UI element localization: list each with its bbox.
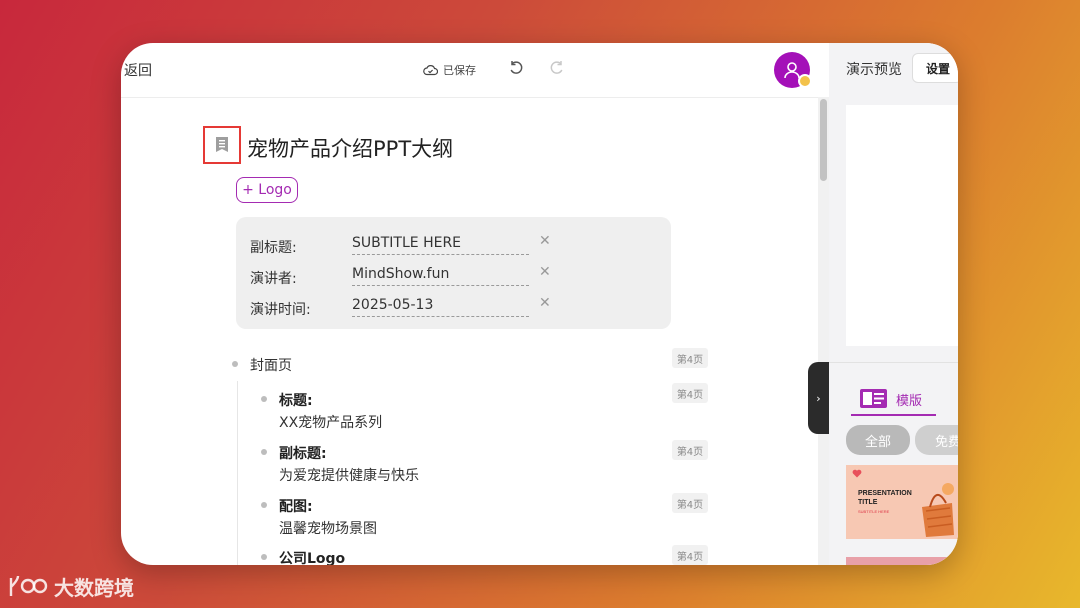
outline-item-heading[interactable]: 标题:	[279, 390, 313, 410]
page-badge[interactable]: 第4页	[672, 440, 708, 460]
slide-preview[interactable]	[846, 105, 958, 346]
document-title[interactable]: 宠物产品介绍PPT大纲	[247, 133, 453, 163]
watermark: 大数跨境	[8, 572, 134, 601]
outline-item-heading[interactable]: 配图:	[279, 496, 313, 516]
filter-all-button[interactable]: 全部	[846, 425, 910, 455]
document-icon-button[interactable]	[203, 126, 241, 164]
outline-item-heading[interactable]: 公司Logo	[279, 548, 345, 565]
outline-item-text[interactable]: 为爱宠提供健康与快乐	[279, 465, 419, 485]
date-row: 演讲时间: ✕	[236, 294, 671, 320]
outline-item-text[interactable]: 温馨宠物场景图	[279, 518, 377, 538]
document-icon	[216, 137, 228, 152]
basket-illustration	[922, 483, 954, 537]
template-subtitle: SUBTITLE HERE	[858, 509, 890, 514]
presenter-field[interactable]	[352, 263, 529, 286]
vip-badge	[798, 74, 812, 88]
outline-item-text[interactable]: XX宠物产品系列	[279, 412, 382, 432]
page-badge[interactable]: 第4页	[672, 383, 708, 403]
add-logo-button[interactable]: + Logo	[236, 177, 298, 203]
redo-button[interactable]	[548, 59, 566, 81]
outline-item-heading[interactable]: 副标题:	[279, 443, 327, 463]
tab-templates-label: 模版	[896, 394, 923, 409]
page-badge[interactable]: 第4页	[672, 348, 708, 368]
save-status: 已保存	[423, 62, 476, 78]
presenter-row: 演讲者: ✕	[236, 263, 671, 289]
subtitle-label: 副标题:	[250, 240, 297, 256]
bullet-dot	[261, 502, 267, 508]
back-button[interactable]: 返回	[124, 60, 152, 80]
subtitle-row: 副标题: ✕	[236, 232, 671, 258]
tab-templates[interactable]: 模版	[851, 386, 936, 416]
template-thumbnail[interactable]: PRESENTATION TITLE SUBTITLE HERE	[846, 465, 958, 539]
bullet-dot	[261, 396, 267, 402]
bullet-dot	[261, 554, 267, 560]
presenter-label: 演讲者:	[250, 271, 297, 287]
bullet-dot	[261, 449, 267, 455]
date-label: 演讲时间:	[250, 302, 311, 318]
user-avatar[interactable]	[774, 52, 812, 88]
editor-toolbar: 返回 已保存	[121, 43, 829, 98]
outline-item-text[interactable]: 封面页	[250, 355, 292, 375]
cloud-check-icon	[423, 65, 438, 76]
undo-icon	[510, 61, 523, 74]
clear-subtitle-button[interactable]: ✕	[539, 233, 551, 249]
subtitle-field[interactable]	[352, 232, 529, 255]
panel-divider	[829, 362, 958, 363]
editor-scrollbar-thumb[interactable]	[820, 99, 827, 181]
page-badge[interactable]: 第4页	[672, 545, 708, 565]
date-field[interactable]	[352, 294, 529, 317]
filter-free-button[interactable]: 免费	[915, 425, 958, 455]
clear-presenter-button[interactable]: ✕	[539, 264, 551, 280]
page-badge[interactable]: 第4页	[672, 493, 708, 513]
heart-emoji-icon	[852, 469, 862, 478]
template-icon	[860, 389, 887, 408]
watermark-text: 大数跨境	[54, 576, 134, 600]
template-thumbnail[interactable]	[846, 557, 958, 565]
chevron-right-icon: ›	[816, 391, 821, 405]
collapse-panel-button[interactable]: ›	[808, 362, 829, 434]
outline-indent-guide	[237, 381, 238, 565]
redo-icon	[550, 61, 563, 74]
preview-panel-title: 演示预览	[846, 62, 902, 78]
undo-button[interactable]	[507, 59, 525, 81]
brand-logo-icon	[9, 575, 48, 596]
template-title-line2: TITLE	[858, 499, 878, 506]
settings-button[interactable]: 设置	[912, 53, 958, 83]
clear-date-button[interactable]: ✕	[539, 295, 551, 311]
template-title: PRESENTATION TITLE	[858, 489, 912, 507]
save-status-label: 已保存	[443, 64, 476, 77]
bullet-dot	[232, 361, 238, 367]
app-window: 返回 已保存 宠物产品介绍PPT大纲 + Logo 副标题: SUBTITLE …	[121, 43, 958, 565]
metadata-panel: 副标题: ✕ 演讲者: ✕ 演讲时间: ✕	[236, 217, 671, 329]
template-title-line1: PRESENTATION	[858, 490, 912, 497]
preview-panel: 演示预览 设置 › 模版 全部 免费 PRESENTATION TITLE SU…	[808, 43, 958, 565]
